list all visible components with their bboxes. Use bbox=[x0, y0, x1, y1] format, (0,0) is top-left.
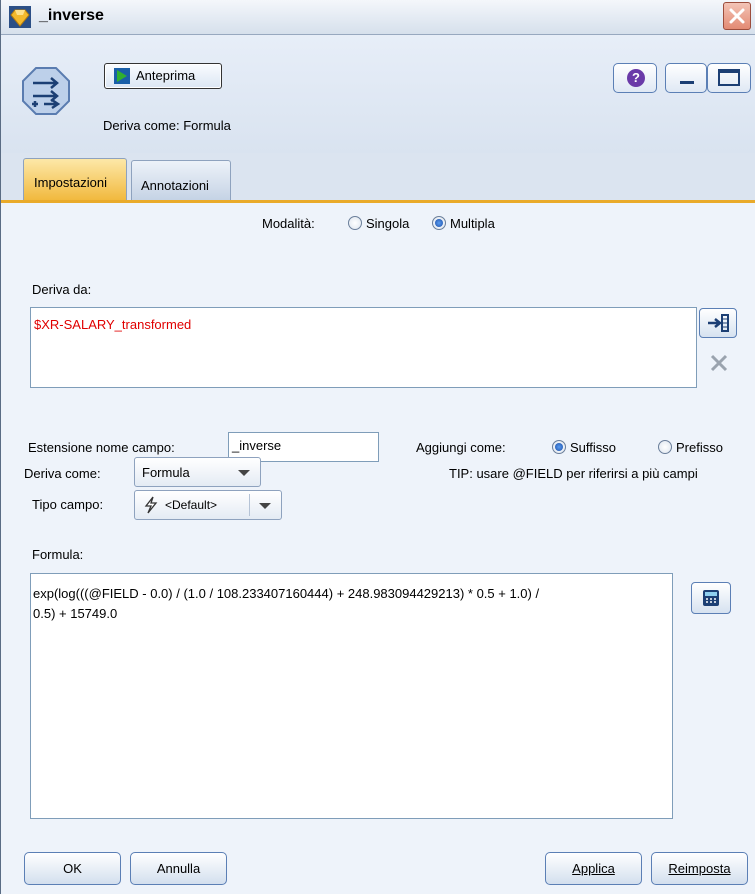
field-picker-icon bbox=[708, 314, 729, 332]
lightning-icon bbox=[144, 496, 158, 514]
window-title: _inverse bbox=[39, 7, 104, 24]
formula-label: Formula: bbox=[32, 547, 84, 562]
derive-as-dropdown[interactable]: Formula bbox=[134, 457, 261, 487]
preview-button[interactable]: Anteprima bbox=[104, 63, 222, 89]
dropdown-separator bbox=[249, 494, 250, 516]
field-type-label: Tipo campo: bbox=[32, 497, 104, 512]
derive-node-icon bbox=[22, 67, 70, 115]
help-icon: ? bbox=[627, 69, 645, 87]
field-picker-button[interactable] bbox=[699, 308, 737, 338]
ok-button[interactable]: OK bbox=[24, 852, 121, 885]
reset-button[interactable]: Reimposta bbox=[651, 852, 748, 885]
mode-single-radio[interactable] bbox=[348, 216, 362, 230]
play-icon bbox=[114, 68, 130, 84]
mode-label: Modalità: bbox=[262, 216, 315, 231]
tab-annotations-label: Annotazioni bbox=[141, 178, 209, 193]
calculator-icon bbox=[703, 590, 719, 606]
formula-line-2: 0.5) + 15749.0 bbox=[33, 606, 118, 621]
apply-button[interactable]: Applica bbox=[545, 852, 642, 885]
maximize-button[interactable] bbox=[707, 63, 751, 93]
minimize-button[interactable] bbox=[665, 63, 707, 93]
formula-editor[interactable]: exp(log(((@FIELD - 0.0) / (1.0 / 108.233… bbox=[30, 573, 673, 819]
add-as-label: Aggiungi come: bbox=[416, 440, 506, 455]
tab-settings[interactable]: Impostazioni bbox=[23, 158, 127, 200]
derive-as-value: Formula bbox=[142, 465, 190, 480]
expression-builder-button[interactable] bbox=[691, 582, 731, 614]
cancel-button[interactable]: Annulla bbox=[130, 852, 227, 885]
preview-button-label: Anteprima bbox=[136, 68, 196, 83]
app-diamond-icon bbox=[9, 6, 31, 28]
extension-value: _inverse bbox=[232, 438, 282, 453]
close-icon bbox=[729, 8, 745, 24]
derive-as-label: Deriva come: bbox=[24, 466, 101, 481]
derive-from-label: Deriva da: bbox=[32, 282, 92, 297]
formula-line-1: exp(log(((@FIELD - 0.0) / (1.0 / 108.233… bbox=[33, 586, 540, 601]
help-button[interactable]: ? bbox=[613, 63, 657, 93]
mode-single-label[interactable]: Singola bbox=[366, 216, 409, 231]
remove-field-icon[interactable] bbox=[709, 353, 729, 373]
prefix-radio[interactable] bbox=[658, 440, 672, 454]
mode-multiple-label[interactable]: Multipla bbox=[450, 216, 495, 231]
chevron-down-icon bbox=[259, 503, 271, 509]
derive-from-field-list[interactable]: $XR-SALARY_transformed bbox=[30, 307, 697, 388]
derive-from-field-item[interactable]: $XR-SALARY_transformed bbox=[34, 317, 191, 332]
tip-text: TIP: usare @FIELD per riferirsi a più ca… bbox=[449, 466, 698, 481]
derive-subtitle: Deriva come: Formula bbox=[103, 118, 231, 133]
mode-multiple-radio[interactable] bbox=[432, 216, 446, 230]
close-button[interactable] bbox=[723, 2, 751, 30]
tab-annotations[interactable]: Annotazioni bbox=[131, 160, 231, 200]
suffix-radio[interactable] bbox=[552, 440, 566, 454]
chevron-down-icon bbox=[238, 470, 250, 476]
suffix-label[interactable]: Suffisso bbox=[570, 440, 616, 455]
tab-settings-label: Impostazioni bbox=[34, 175, 107, 190]
field-type-dropdown[interactable]: <Default> bbox=[134, 490, 282, 520]
title-bar[interactable]: _inverse bbox=[1, 0, 755, 35]
prefix-label[interactable]: Prefisso bbox=[676, 440, 723, 455]
field-type-value: <Default> bbox=[165, 498, 218, 512]
extension-label: Estensione nome campo: bbox=[28, 440, 175, 455]
derive-node-window: _inverse Anteprima Deriva come: Formula … bbox=[0, 0, 755, 894]
node-header bbox=[1, 35, 755, 153]
